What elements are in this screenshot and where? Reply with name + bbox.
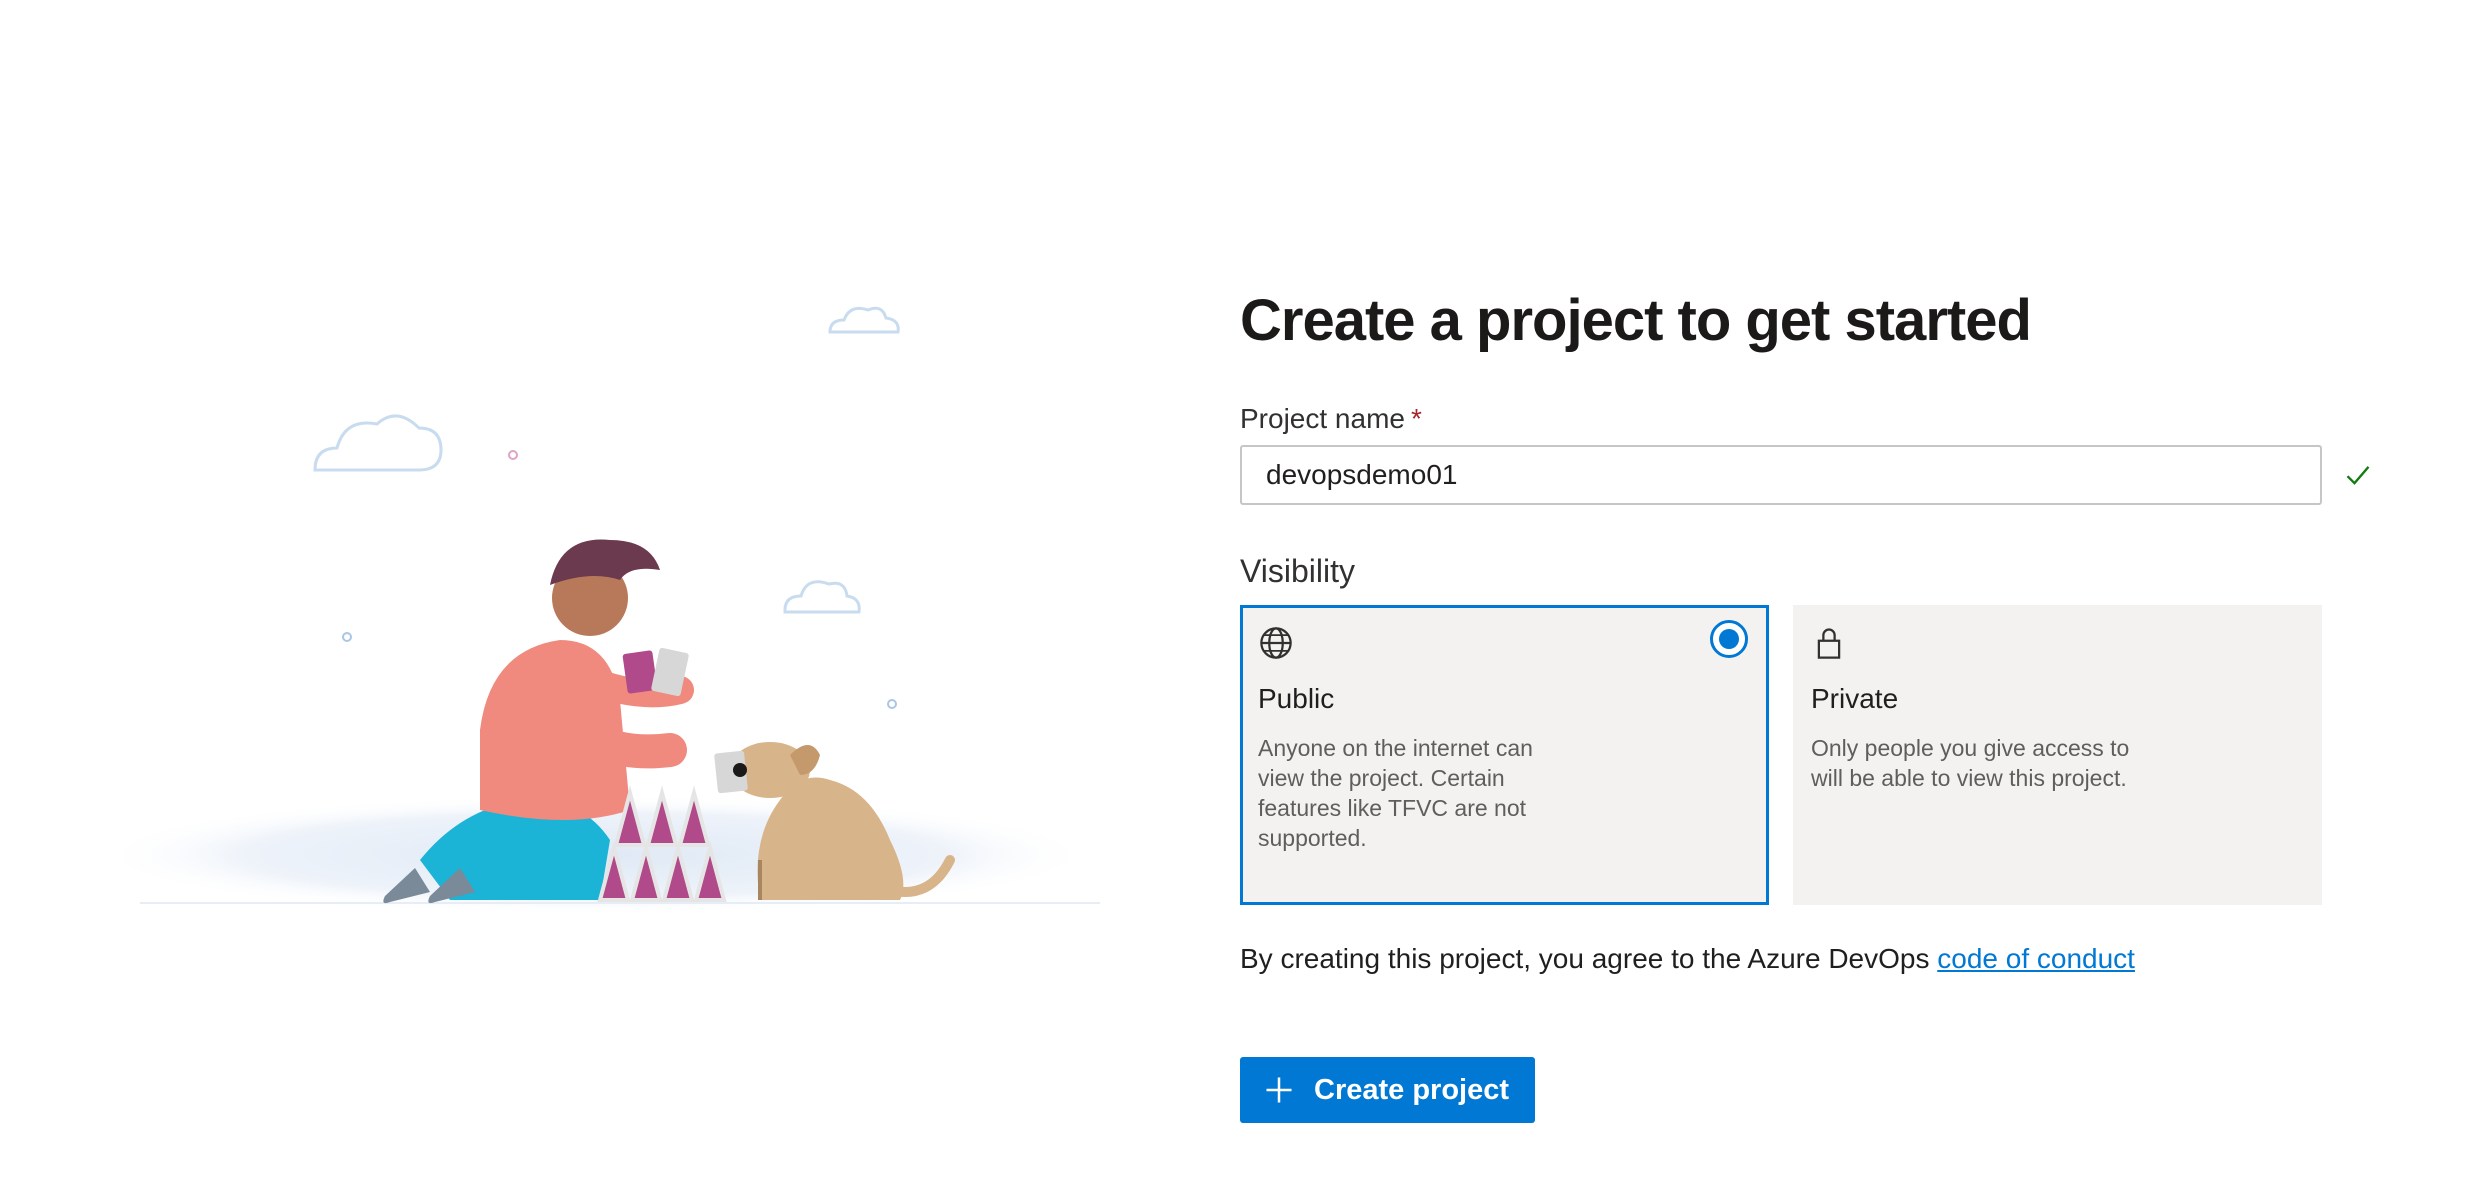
hero-illustration bbox=[120, 300, 1120, 920]
project-name-row bbox=[1240, 445, 2370, 505]
public-option-title: Public bbox=[1258, 683, 1335, 714]
project-name-input[interactable] bbox=[1240, 445, 2322, 505]
visibility-options: Public Anyone on the internet can view t… bbox=[1240, 605, 2380, 905]
project-name-label-text: Project name bbox=[1240, 403, 1405, 434]
create-project-form: Create a project to get started Project … bbox=[1240, 285, 2380, 1123]
agreement-text-body: By creating this project, you agree to t… bbox=[1240, 943, 1930, 974]
create-project-button-label: Create project bbox=[1314, 1073, 1510, 1106]
private-option-title: Private bbox=[1811, 683, 1899, 714]
public-option-description: Anyone on the internet can view the proj… bbox=[1258, 735, 1533, 851]
page-title: Create a project to get started bbox=[1240, 288, 2032, 353]
visibility-option-private[interactable]: Private Only people you give access to w… bbox=[1793, 605, 2322, 905]
visibility-option-public[interactable]: Public Anyone on the internet can view t… bbox=[1240, 605, 1769, 905]
page: Create a project to get started Project … bbox=[0, 0, 2479, 1199]
globe-icon bbox=[1260, 627, 1292, 659]
plus-icon bbox=[1266, 1077, 1292, 1103]
checkmark-icon bbox=[2346, 466, 2370, 485]
visibility-label: Visibility bbox=[1240, 553, 1355, 589]
create-project-button[interactable]: Create project bbox=[1240, 1057, 1536, 1123]
private-option-description: Only people you give access to will be a… bbox=[1811, 735, 2130, 791]
public-radio-selected[interactable] bbox=[1710, 620, 1748, 658]
project-name-label: Project name * bbox=[1240, 401, 2380, 437]
required-indicator: * bbox=[1410, 403, 1422, 434]
agreement-text: By creating this project, you agree to t… bbox=[1240, 941, 2380, 977]
lock-icon bbox=[1817, 628, 1841, 659]
code-of-conduct-link[interactable]: code of conduct bbox=[1937, 943, 2135, 974]
